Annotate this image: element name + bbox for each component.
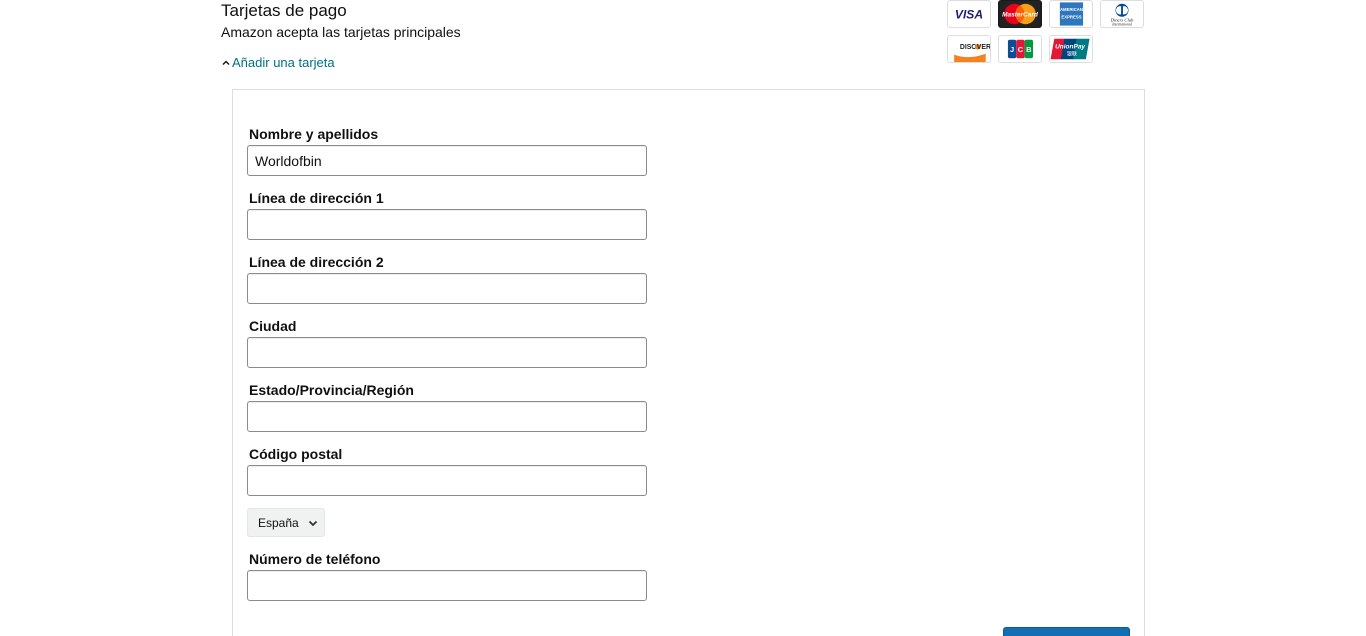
add-card-link-label: Añadir una tarjeta [232,55,335,70]
full-name-label: Nombre y apellidos [249,126,379,142]
svg-text:MasterCard: MasterCard [1002,11,1039,18]
payment-cards-page: Tarjetas de pago Amazon acepta las tarje… [0,0,1366,636]
unionpay-logo: UnionPay 银联 [1049,35,1093,63]
svg-text:UnionPay: UnionPay [1055,44,1085,51]
chevron-down-icon [308,520,317,526]
city-label: Ciudad [249,318,297,334]
full-name-input[interactable] [247,145,647,176]
svg-text:EXPRESS: EXPRESS [1061,15,1081,20]
submit-button[interactable] [1003,627,1130,636]
address-line-1-label: Línea de dirección 1 [249,190,384,206]
address-line-2-input[interactable] [247,273,647,304]
postal-code-input[interactable] [247,465,647,496]
svg-text:B: B [1026,45,1032,54]
accepted-cards: VISA MasterCard AMERICAN EXPRESS Diners C… [947,0,1147,64]
jcb-logo: JCB [998,35,1042,63]
mastercard-logo: MasterCard [998,0,1042,28]
country-dropdown[interactable]: España [247,508,325,537]
caret-up-icon [222,60,230,65]
state-label: Estado/Provincia/Región [249,382,414,398]
svg-text:银联: 银联 [1067,51,1077,58]
amex-logo: AMERICAN EXPRESS [1049,0,1093,28]
state-input[interactable] [247,401,647,432]
address-line-2-label: Línea de dirección 2 [249,254,384,270]
add-card-link[interactable]: Añadir una tarjeta [221,54,335,72]
discover-logo: DISC VER [947,35,991,63]
country-selected-value: España [258,515,299,530]
section-title: Tarjetas de pago [221,1,347,20]
svg-text:International: International [1111,23,1132,27]
svg-text:J: J [1010,45,1014,54]
phone-input[interactable] [247,570,647,601]
svg-text:DISC: DISC [960,44,976,51]
svg-text:AMERICAN: AMERICAN [1060,7,1083,12]
phone-label: Número de teléfono [249,551,381,567]
section-subtitle: Amazon acepta las tarjetas principales [221,24,461,40]
diners-club-logo: Diners Club International [1100,0,1144,28]
svg-text:C: C [1018,45,1024,54]
svg-text:VER: VER [977,44,990,51]
svg-text:VISA: VISA [955,8,983,22]
postal-code-label: Código postal [249,446,343,462]
visa-logo: VISA [947,0,991,28]
city-input[interactable] [247,337,647,368]
address-line-1-input[interactable] [247,209,647,240]
